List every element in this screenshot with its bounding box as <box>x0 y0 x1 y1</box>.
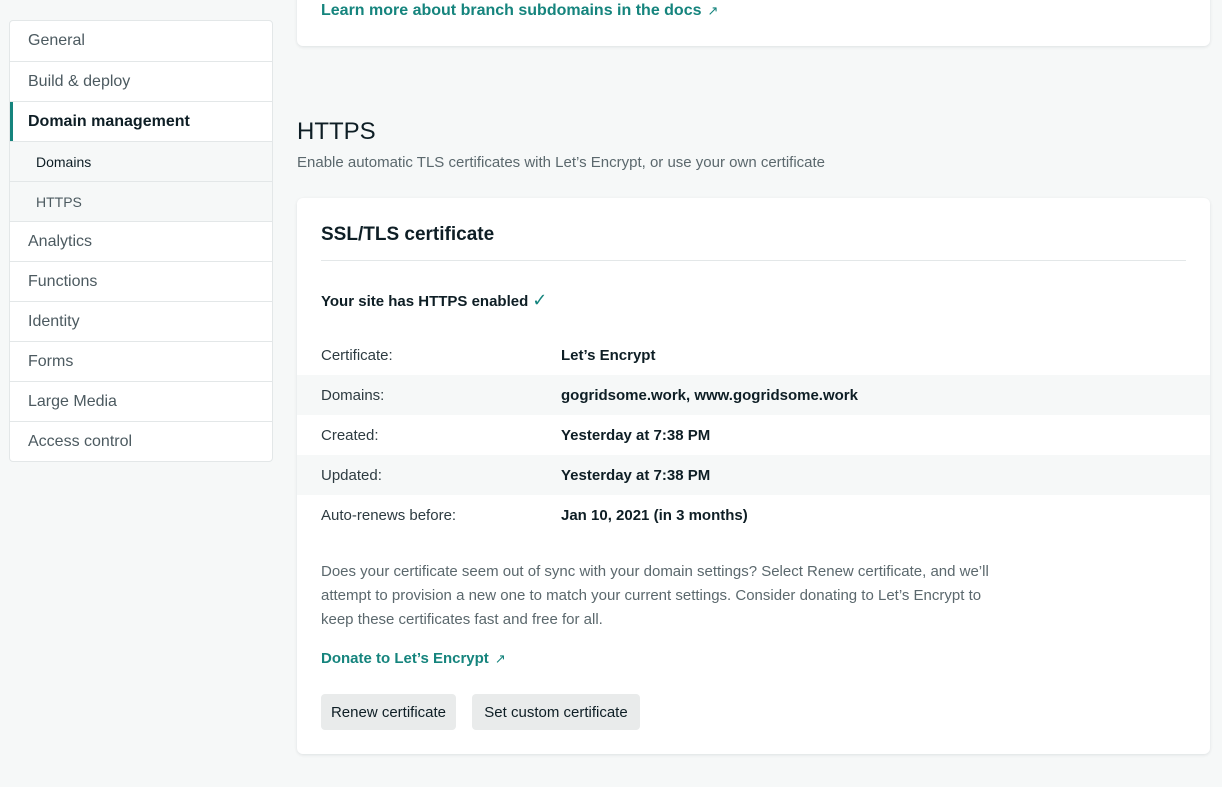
detail-value: Yesterday at 7:38 PM <box>561 426 711 444</box>
branch-docs-link[interactable]: Learn more about branch subdomains in th… <box>321 2 718 20</box>
section-title: HTTPS <box>297 118 376 145</box>
sidebar-item-domain-management[interactable]: Domain management <box>10 101 272 141</box>
card-divider <box>321 260 1186 261</box>
branch-subdomains-card: Learn more about branch subdomains in th… <box>297 0 1210 46</box>
renew-certificate-button[interactable]: Renew certificate <box>321 694 456 730</box>
detail-value: gogridsome.work, www.gogridsome.work <box>561 386 858 404</box>
detail-label: Certificate: <box>321 346 393 364</box>
detail-value: Let’s Encrypt <box>561 346 656 364</box>
external-link-icon: ↗ <box>707 3 719 18</box>
sidebar-item-forms[interactable]: Forms <box>10 341 272 381</box>
certificate-details: Certificate: Let’s Encrypt Domains: gogr… <box>297 335 1210 535</box>
detail-value: Yesterday at 7:38 PM <box>561 466 711 484</box>
sidebar-subitem-domains[interactable]: Domains <box>10 141 272 181</box>
branch-docs-link-label: Learn more about branch subdomains in th… <box>321 2 702 19</box>
sidebar-subitem-https[interactable]: HTTPS <box>10 181 272 221</box>
detail-label: Auto-renews before: <box>321 506 457 524</box>
external-link-icon: ↗ <box>494 651 506 666</box>
sidebar-item-access-control[interactable]: Access control <box>10 421 272 461</box>
sidebar-item-analytics[interactable]: Analytics <box>10 221 272 261</box>
card-title: SSL/TLS certificate <box>321 224 495 245</box>
detail-label: Updated: <box>321 466 382 484</box>
detail-row-certificate: Certificate: Let’s Encrypt <box>297 335 1210 375</box>
detail-label: Domains: <box>321 386 385 404</box>
detail-row-created: Created: Yesterday at 7:38 PM <box>297 415 1210 455</box>
checkmark-icon: ✓ <box>532 290 548 310</box>
detail-label: Created: <box>321 426 379 444</box>
certificate-sync-note: Does your certificate seem out of sync w… <box>321 563 989 628</box>
donate-lets-encrypt-link[interactable]: Donate to Let’s Encrypt ↗ <box>321 650 506 667</box>
detail-value: Jan 10, 2021 (in 3 months) <box>561 506 748 524</box>
sidebar-item-functions[interactable]: Functions <box>10 261 272 301</box>
sidebar-item-build-deploy[interactable]: Build & deploy <box>10 61 272 101</box>
ssl-certificate-card: SSL/TLS certificate Your site has HTTPS … <box>297 198 1210 754</box>
set-custom-certificate-button[interactable]: Set custom certificate <box>472 694 640 730</box>
sidebar-item-large-media[interactable]: Large Media <box>10 381 272 421</box>
detail-row-updated: Updated: Yesterday at 7:38 PM <box>297 455 1210 495</box>
settings-sidebar: General Build & deploy Domain management… <box>9 20 273 462</box>
sidebar-item-general[interactable]: General <box>10 21 272 61</box>
donate-link-label: Donate to Let’s Encrypt <box>321 650 489 667</box>
detail-row-domains: Domains: gogridsome.work, www.gogridsome… <box>297 375 1210 415</box>
detail-row-auto-renews: Auto-renews before: Jan 10, 2021 (in 3 m… <box>297 495 1210 535</box>
https-status-text: Your site has HTTPS enabled <box>321 293 529 310</box>
https-status: Your site has HTTPS enabled ✓ <box>321 290 547 311</box>
section-description: Enable automatic TLS certificates with L… <box>297 154 826 171</box>
sidebar-item-identity[interactable]: Identity <box>10 301 272 341</box>
